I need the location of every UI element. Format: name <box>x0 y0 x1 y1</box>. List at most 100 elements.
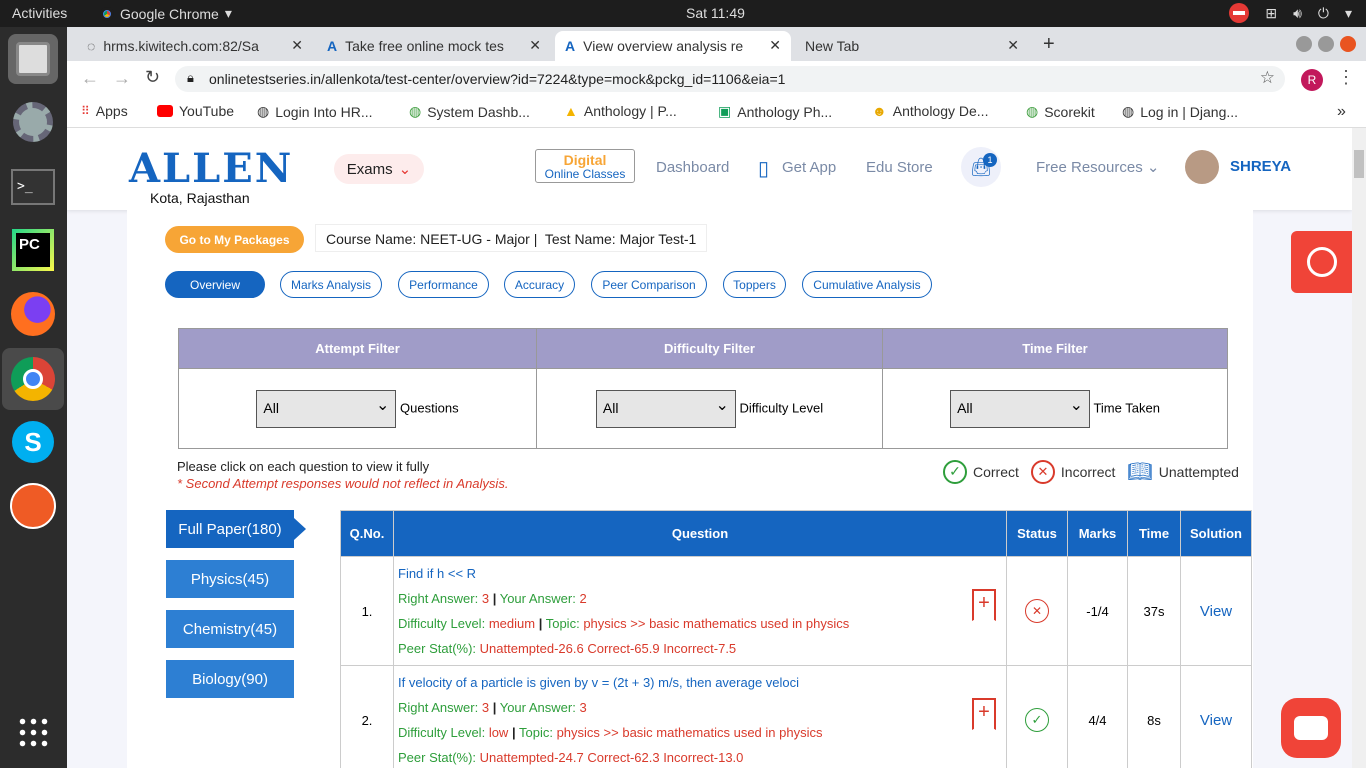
show-apps-icon[interactable] <box>8 707 58 757</box>
subject-biology[interactable]: Biology(90) <box>166 660 294 698</box>
subject-full-paper[interactable]: Full Paper(180) <box>166 510 294 548</box>
time-cell: 37s <box>1127 556 1181 666</box>
close-tab-icon[interactable]: ✕ <box>291 37 303 54</box>
volume-icon: 🔊︎ <box>1293 4 1302 21</box>
postman-icon[interactable] <box>8 481 58 531</box>
new-tab-button[interactable]: + <box>1043 33 1055 56</box>
marks-cell: -1/4 <box>1067 556 1128 666</box>
pycharm-icon[interactable]: PC <box>8 225 58 275</box>
col-question: Question <box>393 510 1007 557</box>
reload-icon[interactable]: ↻ <box>145 67 160 88</box>
go-to-packages-button[interactable]: Go to My Packages <box>165 226 304 253</box>
chevron-down-icon: ⌄ <box>1146 159 1160 176</box>
view-solution-link[interactable]: View <box>1180 665 1252 768</box>
close-tab-icon[interactable]: ✕ <box>1007 37 1019 54</box>
table-row[interactable]: 1. Find if h << R Right Answer: 3 | Your… <box>340 556 1252 666</box>
back-arrow-icon[interactable]: ← <box>81 68 99 89</box>
browser-tab[interactable]: ◌ hrms.kiwitech.com:82/Sa ✕ <box>77 31 313 61</box>
tab-cumulative-analysis[interactable]: Cumulative Analysis <box>802 271 932 298</box>
second-attempt-note: * Second Attempt responses would not ref… <box>177 476 509 491</box>
cart-button[interactable]: 👜︎ 1 <box>961 147 1001 187</box>
browser-toolbar: ← → ↻ 🔒︎ onlinetestseries.in/allenkota/te… <box>67 61 1366 97</box>
support-button[interactable] <box>1291 231 1352 293</box>
site-header: ALLEN Kota, Rajasthan Exams ⌄ Digital Onli… <box>67 128 1352 210</box>
bookmark-system-dashboard[interactable]: ◍ System Dashb... <box>409 103 530 120</box>
bookmark-hrms[interactable]: ◍ Login Into HR... <box>257 103 373 120</box>
star-icon[interactable]: ☆ <box>1260 68 1275 88</box>
bookmark-apps[interactable]: ⠿ Apps <box>81 103 128 119</box>
close-tab-icon[interactable]: ✕ <box>769 37 781 54</box>
bookmark-anthology-ph[interactable]: ▣ Anthology Ph... <box>718 103 832 120</box>
skype-icon[interactable]: S <box>8 417 58 467</box>
drive-icon: ▲ <box>564 103 578 119</box>
maximize-button[interactable] <box>1318 36 1334 52</box>
subject-chemistry[interactable]: Chemistry(45) <box>166 610 294 648</box>
time-filter-cell: All Time Taken <box>882 368 1228 449</box>
tab-toppers[interactable]: Toppers <box>723 271 786 298</box>
nav-get-app[interactable]: Get App <box>782 159 836 176</box>
system-tray[interactable]: ⊞ 🔊︎ ⏻ ▾ <box>1229 3 1352 23</box>
tab-marks-analysis[interactable]: Marks Analysis <box>280 271 382 298</box>
window-controls <box>1296 36 1356 52</box>
allen-logo[interactable]: ALLEN Kota, Rajasthan <box>129 148 293 207</box>
sheets-icon: ▣ <box>718 103 732 119</box>
chrome-dock-icon[interactable] <box>2 348 64 410</box>
difficulty-filter-select[interactable]: All <box>595 389 736 428</box>
settings-icon[interactable] <box>8 97 58 147</box>
file-manager-icon[interactable] <box>8 34 58 84</box>
forward-arrow-icon[interactable]: → <box>113 68 131 89</box>
close-window-button[interactable] <box>1340 36 1356 52</box>
close-tab-icon[interactable]: ✕ <box>529 37 541 54</box>
tab-peer-comparison[interactable]: Peer Comparison <box>591 271 707 298</box>
user-avatar[interactable] <box>1185 150 1219 184</box>
marks-cell: 4/4 <box>1067 665 1128 768</box>
power-icon: ⏻ <box>1317 4 1329 21</box>
address-bar[interactable]: 🔒︎ onlinetestseries.in/allenkota/test-cen… <box>175 66 1285 92</box>
exams-dropdown[interactable]: Exams ⌄ <box>334 154 424 184</box>
cart-badge: 1 <box>983 153 997 167</box>
browser-tab[interactable]: New Tab ✕ <box>795 31 1029 61</box>
attempt-filter-select[interactable]: All <box>256 389 397 428</box>
bookmark-youtube[interactable]: YouTube <box>157 103 234 119</box>
minimize-button[interactable] <box>1296 36 1312 52</box>
subject-physics[interactable]: Physics(45) <box>166 560 294 598</box>
app-menu[interactable]: Google Chrome ▾ <box>100 5 232 22</box>
browser-tab[interactable]: A Take free online mock tes ✕ <box>317 31 551 61</box>
activities-button[interactable]: Activities <box>12 5 67 21</box>
free-resources-menu[interactable]: Free Resources ⌄ <box>1036 158 1159 176</box>
filter-table: Attempt Filter Difficulty Filter Time Fi… <box>178 328 1228 449</box>
user-name[interactable]: SHREYA <box>1230 158 1291 175</box>
question-cell[interactable]: Find if h << R Right Answer: 3 | Your An… <box>393 556 1007 666</box>
tab-performance[interactable]: Performance <box>398 271 489 298</box>
nav-edu-store[interactable]: Edu Store <box>866 159 933 176</box>
allen-favicon-icon: A <box>327 38 338 54</box>
time-filter-select[interactable]: All <box>950 389 1091 428</box>
bookmark-anthology-de[interactable]: ☻ Anthology De... <box>872 103 988 119</box>
digital-classes-button[interactable]: Digital Online Classes <box>535 149 635 183</box>
question-cell[interactable]: If velocity of a particle is given by v … <box>393 665 1007 768</box>
difficulty-filter-heading: Difficulty Filter <box>536 328 883 369</box>
question-title[interactable]: If velocity of a particle is given by v … <box>398 670 1002 695</box>
question-title[interactable]: Find if h << R <box>398 561 1002 586</box>
terminal-icon[interactable]: >_ <box>8 162 58 212</box>
tab-overview[interactable]: Overview <box>165 271 265 298</box>
nav-dashboard[interactable]: Dashboard <box>656 159 729 176</box>
table-row[interactable]: 2. If velocity of a particle is given by… <box>340 665 1252 768</box>
page-scrollbar[interactable] <box>1352 128 1366 768</box>
bookmark-django[interactable]: ◍ Log in | Djang... <box>1122 103 1238 120</box>
headset-icon <box>1306 247 1337 277</box>
more-bookmarks-icon[interactable]: » <box>1337 103 1346 121</box>
bookmark-anthology-p[interactable]: ▲ Anthology | P... <box>564 103 677 119</box>
tab-accuracy[interactable]: Accuracy <box>504 271 575 298</box>
browser-tab-active[interactable]: A View overview analysis re ✕ <box>555 31 791 61</box>
apps-grid-icon: ⠿ <box>81 104 90 118</box>
bookmark-scorekit[interactable]: ◍ Scorekit <box>1026 103 1095 120</box>
allen-favicon-icon: A <box>565 38 576 54</box>
chat-button[interactable] <box>1281 698 1341 758</box>
profile-avatar[interactable]: R <box>1301 69 1323 91</box>
click-instruction: Please click on each question to view it… <box>177 459 430 474</box>
menu-dots-icon[interactable]: ⋮ <box>1337 67 1355 88</box>
firefox-icon[interactable] <box>8 289 58 339</box>
clock[interactable]: Sat 11:49 <box>686 5 745 21</box>
view-solution-link[interactable]: View <box>1180 556 1252 666</box>
